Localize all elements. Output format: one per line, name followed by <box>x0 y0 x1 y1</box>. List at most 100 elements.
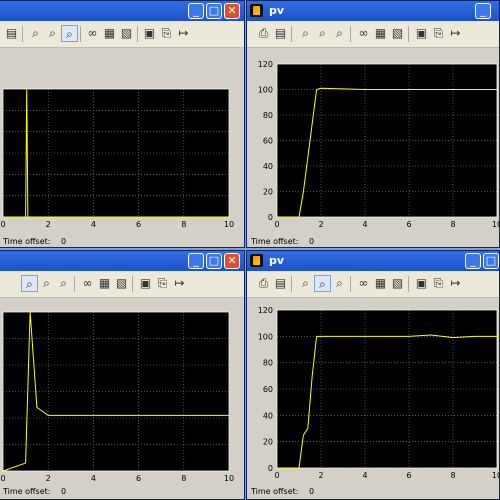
lock-icon[interactable]: ↦ <box>447 25 464 42</box>
restore-icon[interactable]: ▧ <box>113 275 130 292</box>
maximize-button[interactable]: □ <box>206 253 222 269</box>
binoculars-icon[interactable]: ∞ <box>84 25 101 42</box>
x-tick-label: 6 <box>136 474 141 481</box>
minimize-button[interactable]: _ <box>188 3 204 19</box>
x-tick-label: 10 <box>492 471 500 480</box>
scope-window-pv-2[interactable]: pv _ □ ⎙ ▤ ⌕ ⌕ ⌕ ∞ ▦ ▧ ▣ ⎘ ↦ 02468100204… <box>246 250 500 500</box>
lock-icon[interactable]: ↦ <box>175 25 192 42</box>
x-tick-label: 0 <box>274 471 279 480</box>
save-icon[interactable]: ▣ <box>413 275 430 292</box>
y-tick-label: 120 <box>258 306 273 315</box>
title-bar[interactable]: _ □ ✕ <box>0 251 244 271</box>
y-tick-label: 80 <box>263 359 273 368</box>
axes-icon[interactable]: ▦ <box>96 275 113 292</box>
plot[interactable]: 0 2 4 6 8 10 <box>0 47 245 229</box>
print-icon[interactable]: ⎙ <box>255 25 272 42</box>
zoom-in-icon[interactable]: ⌕ <box>297 25 314 42</box>
zoom-x-icon[interactable]: ⌕ <box>38 275 55 292</box>
zoom-in-icon[interactable]: ⌕ <box>27 25 44 42</box>
y-tick-label: 100 <box>258 332 273 341</box>
x-tick-label: 0 <box>0 474 5 481</box>
zoom-in-icon[interactable]: ⌕ <box>297 275 314 292</box>
y-tick-label: 60 <box>263 137 273 146</box>
toolbar-separator <box>22 26 23 42</box>
scope-window-2[interactable]: _ □ ✕ ⌕ ⌕ ⌕ ∞ ▦ ▧ ▣ ⎘ ↦ 0 2 4 6 8 10 Time off… <box>0 250 245 500</box>
toolbar-separator <box>350 276 351 292</box>
scope-window-pv-1[interactable]: pv _ ⎙ ▤ ⌕ ⌕ ⌕ ∞ ▦ ▧ ▣ ⎘ ↦ 0246810020406… <box>246 0 500 248</box>
title-bar[interactable]: _ □ ✕ <box>0 1 244 21</box>
minimize-button[interactable]: _ <box>188 253 204 269</box>
zoom-x-icon[interactable]: ⌕ <box>314 275 331 292</box>
x-tick-label: 0 <box>0 220 5 229</box>
axes-icon[interactable]: ▦ <box>372 275 389 292</box>
params-icon[interactable]: ▣ <box>137 275 154 292</box>
window-title: pv <box>269 4 285 17</box>
x-tick-label: 8 <box>181 474 186 481</box>
lock-icon[interactable]: ↦ <box>447 275 464 292</box>
zoom-x-icon[interactable]: ⌕ <box>44 25 61 42</box>
x-tick-label: 4 <box>362 471 367 480</box>
zoom-y-icon[interactable]: ⌕ <box>55 275 72 292</box>
binoculars-icon[interactable]: ∞ <box>355 275 372 292</box>
plot[interactable]: 0246810020406080100120 <box>247 297 500 481</box>
float-icon[interactable]: ⎘ <box>430 275 447 292</box>
toolbar-separator <box>80 26 81 42</box>
restore-icon[interactable]: ▧ <box>389 275 406 292</box>
zoom-y-icon[interactable]: ⌕ <box>61 25 78 42</box>
x-tick-label: 6 <box>136 220 141 229</box>
x-tick-label: 2 <box>318 471 323 480</box>
close-button[interactable]: ✕ <box>224 3 240 19</box>
y-tick-label: 120 <box>258 60 273 69</box>
toolbar: ⎙ ▤ ⌕ ⌕ ⌕ ∞ ▦ ▧ ▣ ⎘ ↦ <box>247 21 499 48</box>
zoom-x-icon[interactable]: ⌕ <box>314 25 331 42</box>
axes-icon[interactable]: ▦ <box>101 25 118 42</box>
time-offset-value: 0 <box>61 237 67 246</box>
time-offset-label: Time offset: <box>3 487 51 496</box>
toolbar-separator <box>350 26 351 42</box>
plot[interactable]: 0246810020406080100120 <box>247 47 500 229</box>
minimize-button[interactable]: _ <box>475 3 491 19</box>
print-icon[interactable]: ⎙ <box>255 275 272 292</box>
window-title: pv <box>269 254 285 267</box>
params-icon[interactable]: ▤ <box>272 275 289 292</box>
scope-window-1[interactable]: _ □ ✕ ▤ ⌕ ⌕ ⌕ ∞ ▦ ▧ ▣ ⎘ ↦ 0 2 4 6 8 10 Time o… <box>0 0 245 248</box>
toolbar-separator <box>74 276 75 292</box>
maximize-button[interactable]: □ <box>483 253 499 269</box>
zoom-y-icon[interactable]: ⌕ <box>331 275 348 292</box>
time-offset-value: 0 <box>309 487 315 496</box>
x-tick-label: 8 <box>450 220 455 229</box>
zoom-y-icon[interactable]: ⌕ <box>331 25 348 42</box>
time-offset: Time offset: 0 <box>3 237 66 246</box>
float-icon[interactable]: ⎘ <box>154 275 171 292</box>
maximize-button[interactable]: □ <box>206 3 222 19</box>
plot[interactable]: 0 2 4 6 8 10 <box>0 297 245 481</box>
save-icon[interactable]: ▣ <box>413 25 430 42</box>
params-icon[interactable]: ▤ <box>272 25 289 42</box>
y-tick-label: 40 <box>263 162 273 171</box>
close-button[interactable]: ✕ <box>224 253 240 269</box>
restore-icon[interactable]: ▧ <box>118 25 135 42</box>
time-offset-label: Time offset: <box>3 237 51 246</box>
zoom-in-icon[interactable]: ⌕ <box>21 275 38 292</box>
binoculars-icon[interactable]: ∞ <box>79 275 96 292</box>
restore-icon[interactable]: ▧ <box>389 25 406 42</box>
y-tick-label: 100 <box>258 86 273 95</box>
axes-icon[interactable]: ▦ <box>372 25 389 42</box>
x-tick-label: 10 <box>224 474 234 481</box>
y-tick-label: 80 <box>263 111 273 120</box>
x-tick-label: 8 <box>450 471 455 480</box>
lock-icon[interactable]: ↦ <box>171 275 188 292</box>
params-icon[interactable]: ▣ <box>141 25 158 42</box>
binoculars-icon[interactable]: ∞ <box>355 25 372 42</box>
toolbar-separator <box>137 26 138 42</box>
toolbar-separator <box>132 276 133 292</box>
float-icon[interactable]: ⎘ <box>158 25 175 42</box>
title-bar[interactable]: pv _ □ <box>247 251 499 271</box>
title-bar[interactable]: pv _ <box>247 1 499 21</box>
page-icon[interactable]: ▤ <box>3 25 20 42</box>
time-offset-value: 0 <box>61 487 67 496</box>
float-icon[interactable]: ⎘ <box>430 25 447 42</box>
time-offset-value: 0 <box>309 237 315 246</box>
matlab-icon <box>250 4 263 17</box>
minimize-button[interactable]: _ <box>465 253 481 269</box>
